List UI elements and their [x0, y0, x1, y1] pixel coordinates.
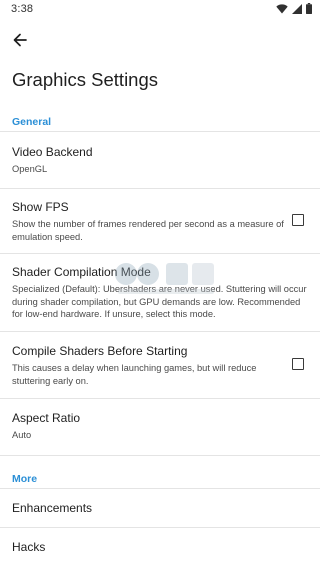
arrow-left-icon — [13, 33, 27, 52]
pref-summary: Show the number of frames rendered per s… — [12, 219, 284, 242]
compile-shaders-checkbox[interactable] — [292, 358, 304, 370]
pref-aspect-ratio[interactable]: Aspect Ratio Auto — [0, 399, 320, 454]
section-header-general: General — [12, 116, 52, 128]
section-header-more: More — [12, 473, 38, 485]
back-button[interactable] — [8, 30, 32, 54]
pref-title: Enhancements — [12, 501, 93, 515]
pref-show-fps[interactable]: Show FPS Show the number of frames rende… — [0, 189, 320, 252]
pref-video-backend[interactable]: Video Backend OpenGL — [0, 132, 320, 188]
pref-shader-compilation-mode[interactable]: Shader Compilation Mode Specialized (Def… — [0, 254, 320, 331]
status-time: 3:38 — [11, 3, 34, 15]
pref-hacks[interactable]: Hacks — [0, 528, 320, 566]
signal-icon — [292, 3, 302, 14]
pref-title: Hacks — [12, 540, 46, 554]
pref-title: Show FPS — [12, 200, 69, 214]
show-fps-checkbox[interactable] — [292, 214, 304, 226]
pref-summary: Specialized (Default): Ubershaders are n… — [12, 284, 307, 319]
divider — [0, 455, 320, 456]
pref-enhancements[interactable]: Enhancements — [0, 489, 320, 527]
pref-summary: OpenGL — [12, 164, 48, 174]
pref-compile-shaders-before-starting[interactable]: Compile Shaders Before Starting This cau… — [0, 332, 320, 397]
pref-title: Video Backend — [12, 145, 93, 159]
status-icons — [276, 3, 312, 14]
pref-summary: This causes a delay when launching games… — [12, 363, 257, 386]
pref-title: Compile Shaders Before Starting — [12, 344, 188, 358]
pref-title: Aspect Ratio — [12, 411, 81, 425]
pref-summary: Auto — [12, 430, 32, 440]
battery-icon — [306, 3, 312, 14]
page-title: Graphics Settings — [12, 69, 159, 90]
status-bar: 3:38 — [0, 0, 320, 20]
wifi-icon — [276, 3, 288, 14]
pref-title: Shader Compilation Mode — [12, 265, 151, 279]
